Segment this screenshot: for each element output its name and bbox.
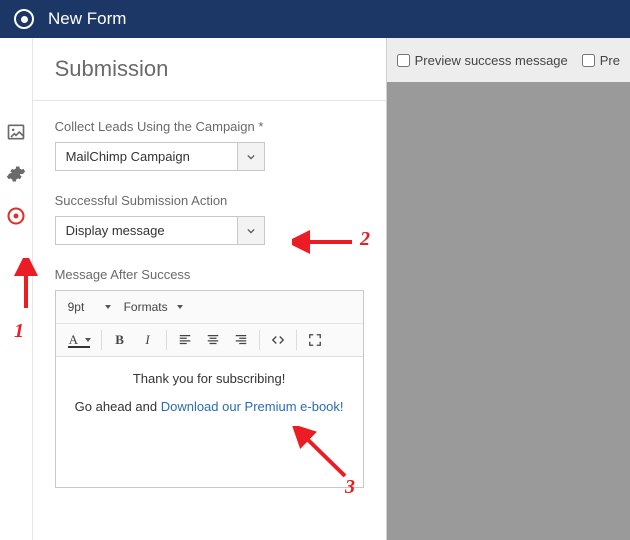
campaign-field: Collect Leads Using the Campaign * MailC… [55,119,364,171]
settings-panel: Submission Collect Leads Using the Campa… [33,38,387,540]
toolbar-row-2: A B I [56,324,363,356]
separator [259,330,260,350]
font-size-dropdown[interactable]: 9pt [62,295,116,319]
preview-success-checkbox[interactable]: Preview success message [397,53,568,68]
campaign-select[interactable]: MailChimp Campaign [55,142,265,171]
preview-other-label: Pre [600,53,620,68]
chevron-down-icon[interactable] [237,216,265,245]
action-value: Display message [55,216,237,245]
panel-title: Submission [33,38,386,100]
app-header: New Form [0,0,630,38]
success-line-2: Go ahead and Download our Premium e-book… [68,397,351,417]
app-logo-icon [14,9,34,29]
italic-button[interactable]: I [135,328,161,352]
fullscreen-button[interactable] [302,328,328,352]
chevron-down-icon[interactable] [237,142,265,171]
text-color-button[interactable]: A [62,328,96,352]
action-select[interactable]: Display message [55,216,265,245]
preview-toolbar: Preview success message Pre [387,38,630,82]
action-label: Successful Submission Action [55,193,364,208]
formats-dropdown[interactable]: Formats [118,295,188,319]
preview-success-label: Preview success message [415,53,568,68]
align-right-button[interactable] [228,328,254,352]
image-icon[interactable] [6,122,26,142]
code-button[interactable] [265,328,291,352]
align-left-button[interactable] [172,328,198,352]
preview-other-checkbox[interactable]: Pre [582,53,620,68]
message-label: Message After Success [55,267,364,282]
gear-icon[interactable] [6,164,26,184]
download-link[interactable]: Download our Premium e-book! [161,399,344,414]
bold-button[interactable]: B [107,328,133,352]
editor-content[interactable]: Thank you for subscribing! Go ahead and … [56,357,363,487]
separator [296,330,297,350]
form-body: Collect Leads Using the Campaign * MailC… [33,101,386,516]
action-field: Successful Submission Action Display mes… [55,193,364,245]
target-icon[interactable] [6,206,26,226]
separator [166,330,167,350]
separator [101,330,102,350]
page-title: New Form [48,9,126,29]
success-line-2-prefix: Go ahead and [75,399,161,414]
rich-text-editor: 9pt Formats A B I [55,290,364,488]
preview-success-input[interactable] [397,54,410,67]
success-line-1: Thank you for subscribing! [68,369,351,389]
campaign-label: Collect Leads Using the Campaign * [55,119,364,134]
sidebar [0,38,33,540]
editor-toolbar: 9pt Formats A B I [56,291,363,357]
preview-other-input[interactable] [582,54,595,67]
message-field: Message After Success 9pt Formats A B I [55,267,364,488]
preview-pane: Preview success message Pre [387,38,630,540]
toolbar-row-1: 9pt Formats [56,291,363,324]
align-center-button[interactable] [200,328,226,352]
campaign-value: MailChimp Campaign [55,142,237,171]
content-area: Submission Collect Leads Using the Campa… [0,38,630,540]
